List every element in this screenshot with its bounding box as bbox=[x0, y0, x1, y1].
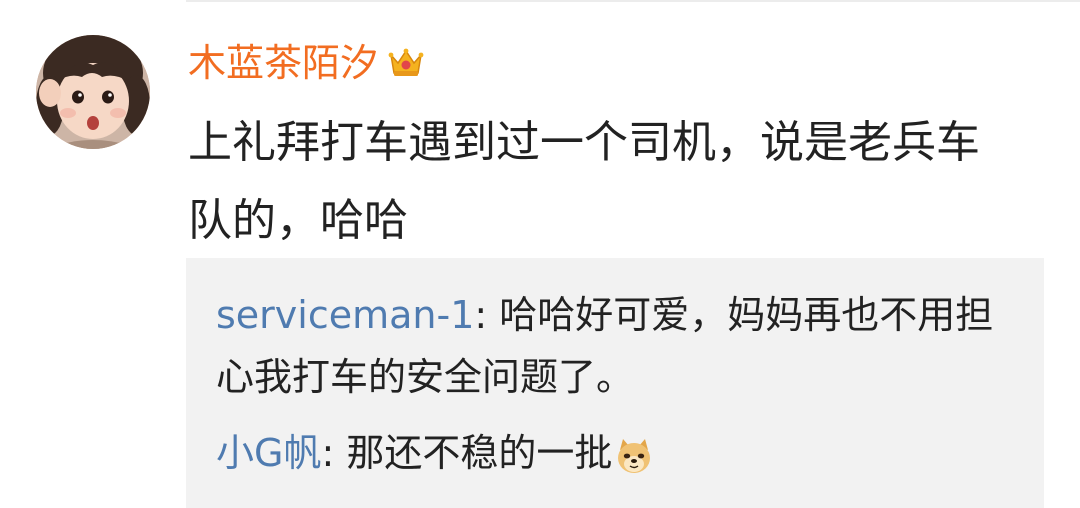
comment-text: 上礼拜打车遇到过一个司机，说是老兵车队的，哈哈 bbox=[188, 117, 980, 246]
doge-icon bbox=[614, 432, 654, 473]
reply-thread[interactable]: serviceman-1: 哈哈好可爱，妈妈再也不用担心我打车的安全问题了。 小… bbox=[186, 258, 1044, 508]
divider bbox=[186, 0, 1080, 2]
username[interactable]: 木蓝茶陌汐 bbox=[188, 38, 378, 88]
avatar[interactable] bbox=[36, 35, 150, 149]
reply-separator: : bbox=[474, 293, 500, 337]
reply-item: 小G帆: 那还不稳的一批 bbox=[216, 422, 1016, 484]
reply-text: 那还不稳的一批 bbox=[346, 431, 613, 475]
reply-separator: : bbox=[321, 431, 347, 475]
reply-author[interactable]: serviceman-1 bbox=[216, 293, 474, 337]
crown-icon bbox=[388, 47, 424, 79]
comment-item: 木蓝茶陌汐 上礼拜打车遇到过一个司机，说是老兵车队的，哈哈 serviceman… bbox=[0, 0, 1080, 508]
reply-item: serviceman-1: 哈哈好可爱，妈妈再也不用担心我打车的安全问题了。 bbox=[216, 284, 1016, 408]
reply-author[interactable]: 小G帆 bbox=[216, 431, 321, 475]
username-row: 木蓝茶陌汐 bbox=[188, 38, 424, 88]
